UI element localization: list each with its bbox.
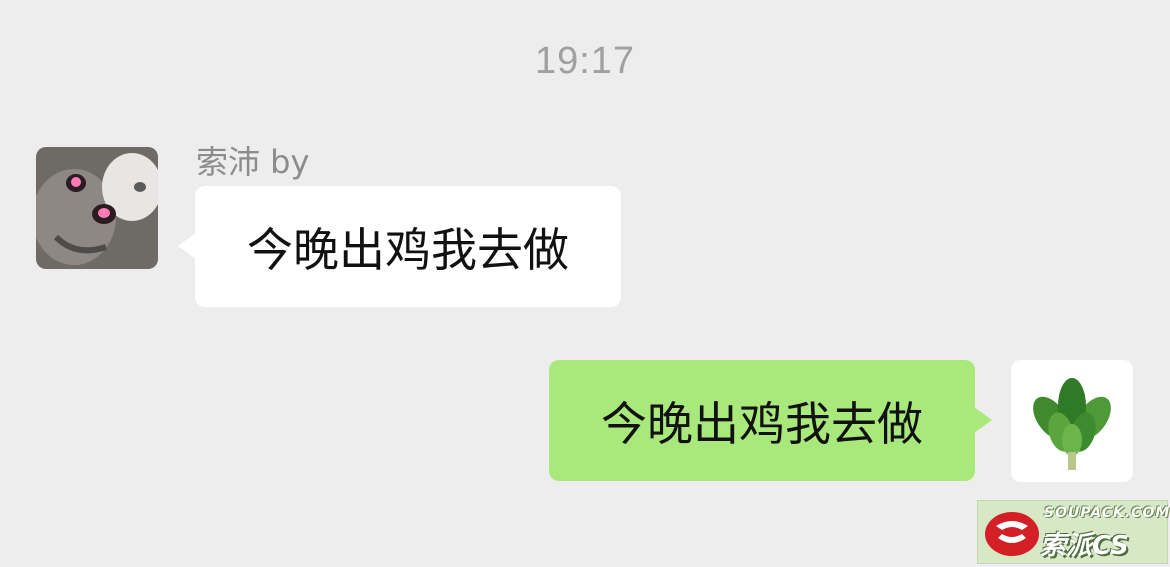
incoming-message-bubble[interactable]: 今晚出鸡我去做 (195, 186, 621, 307)
contact-avatar[interactable] (36, 147, 158, 269)
watermark-brand: 索派CS (1040, 531, 1129, 561)
incoming-bubble-tail (178, 233, 196, 259)
red-s-logo (985, 512, 1039, 556)
self-avatar[interactable] (1011, 360, 1133, 482)
leaf-bundle-avatar (1011, 360, 1133, 482)
sender-name: 索沛 by (196, 143, 310, 181)
outgoing-bubble-tail (974, 407, 992, 433)
incoming-message-text: 今晚出鸡我去做 (247, 222, 569, 277)
outgoing-message-bubble[interactable]: 今晚出鸡我去做 (549, 360, 975, 481)
outgoing-message-text: 今晚出鸡我去做 (601, 396, 923, 451)
site-watermark: SOUPACK.COM 索派CS (977, 500, 1170, 564)
watermark-url: SOUPACK.COM (1044, 505, 1170, 521)
cat-photo-avatar (36, 147, 158, 269)
message-timestamp: 19:17 (534, 40, 636, 82)
